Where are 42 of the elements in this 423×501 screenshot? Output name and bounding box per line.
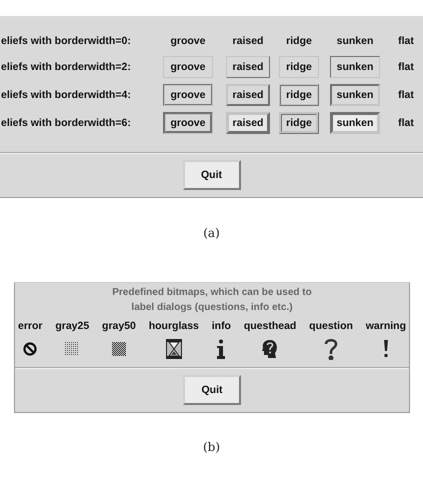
row-label: eliefs with borderwidth=0: <box>0 34 132 49</box>
relief-label: ridge <box>285 34 313 49</box>
relief-label: raised <box>232 34 264 49</box>
relief-label: flat <box>397 116 415 131</box>
hourglass-icon <box>166 338 182 360</box>
bitmap-label: questhead <box>244 320 296 332</box>
relief-label: flat <box>397 60 415 75</box>
bitmap-label: info <box>212 320 231 332</box>
row-label: eliefs with borderwidth=4: <box>0 88 132 103</box>
row-label: eliefs with borderwidth=6: <box>0 116 132 131</box>
relief-label: raised <box>226 56 270 78</box>
relief-label: ridge <box>279 56 319 78</box>
relief-label: ridge <box>279 84 319 106</box>
relief-label: groove <box>169 34 206 49</box>
bitmap-label: gray25 <box>55 320 90 332</box>
relief-label: raised <box>226 112 270 134</box>
figure-caption: (b) <box>202 440 222 454</box>
relief-label: raised <box>226 84 270 106</box>
bitmap-label: gray50 <box>102 320 136 332</box>
bitmap-label: hourglass <box>148 320 199 332</box>
bitmap-label: warning <box>366 320 406 332</box>
bitmap-label: question <box>309 320 353 332</box>
relief-label: flat <box>397 88 415 103</box>
relief-label: sunken <box>330 84 380 106</box>
quit-button[interactable]: Quit <box>182 160 240 190</box>
info-icon <box>217 338 226 360</box>
row-label: eliefs with borderwidth=2: <box>0 60 132 75</box>
relief-label: sunken <box>330 112 380 134</box>
relief-label: sunken <box>330 56 380 78</box>
relief-label: groove <box>163 112 212 134</box>
relief-label: flat <box>397 34 415 49</box>
relief-label: sunken <box>336 34 374 49</box>
description-text: Predefined bitmaps, which can be used to label dialogs (questions, info etc.) <box>111 286 313 315</box>
question-mark-icon <box>324 338 338 360</box>
head-silhouette-icon <box>261 338 280 360</box>
relief-label: groove <box>163 56 212 78</box>
figure-caption: (a) <box>202 226 221 240</box>
bitmap-label: error <box>18 320 43 332</box>
quit-button[interactable]: Quit <box>183 375 241 405</box>
exclamation-icon <box>382 338 389 360</box>
relief-label: groove <box>163 84 212 106</box>
relief-label: ridge <box>279 112 319 134</box>
